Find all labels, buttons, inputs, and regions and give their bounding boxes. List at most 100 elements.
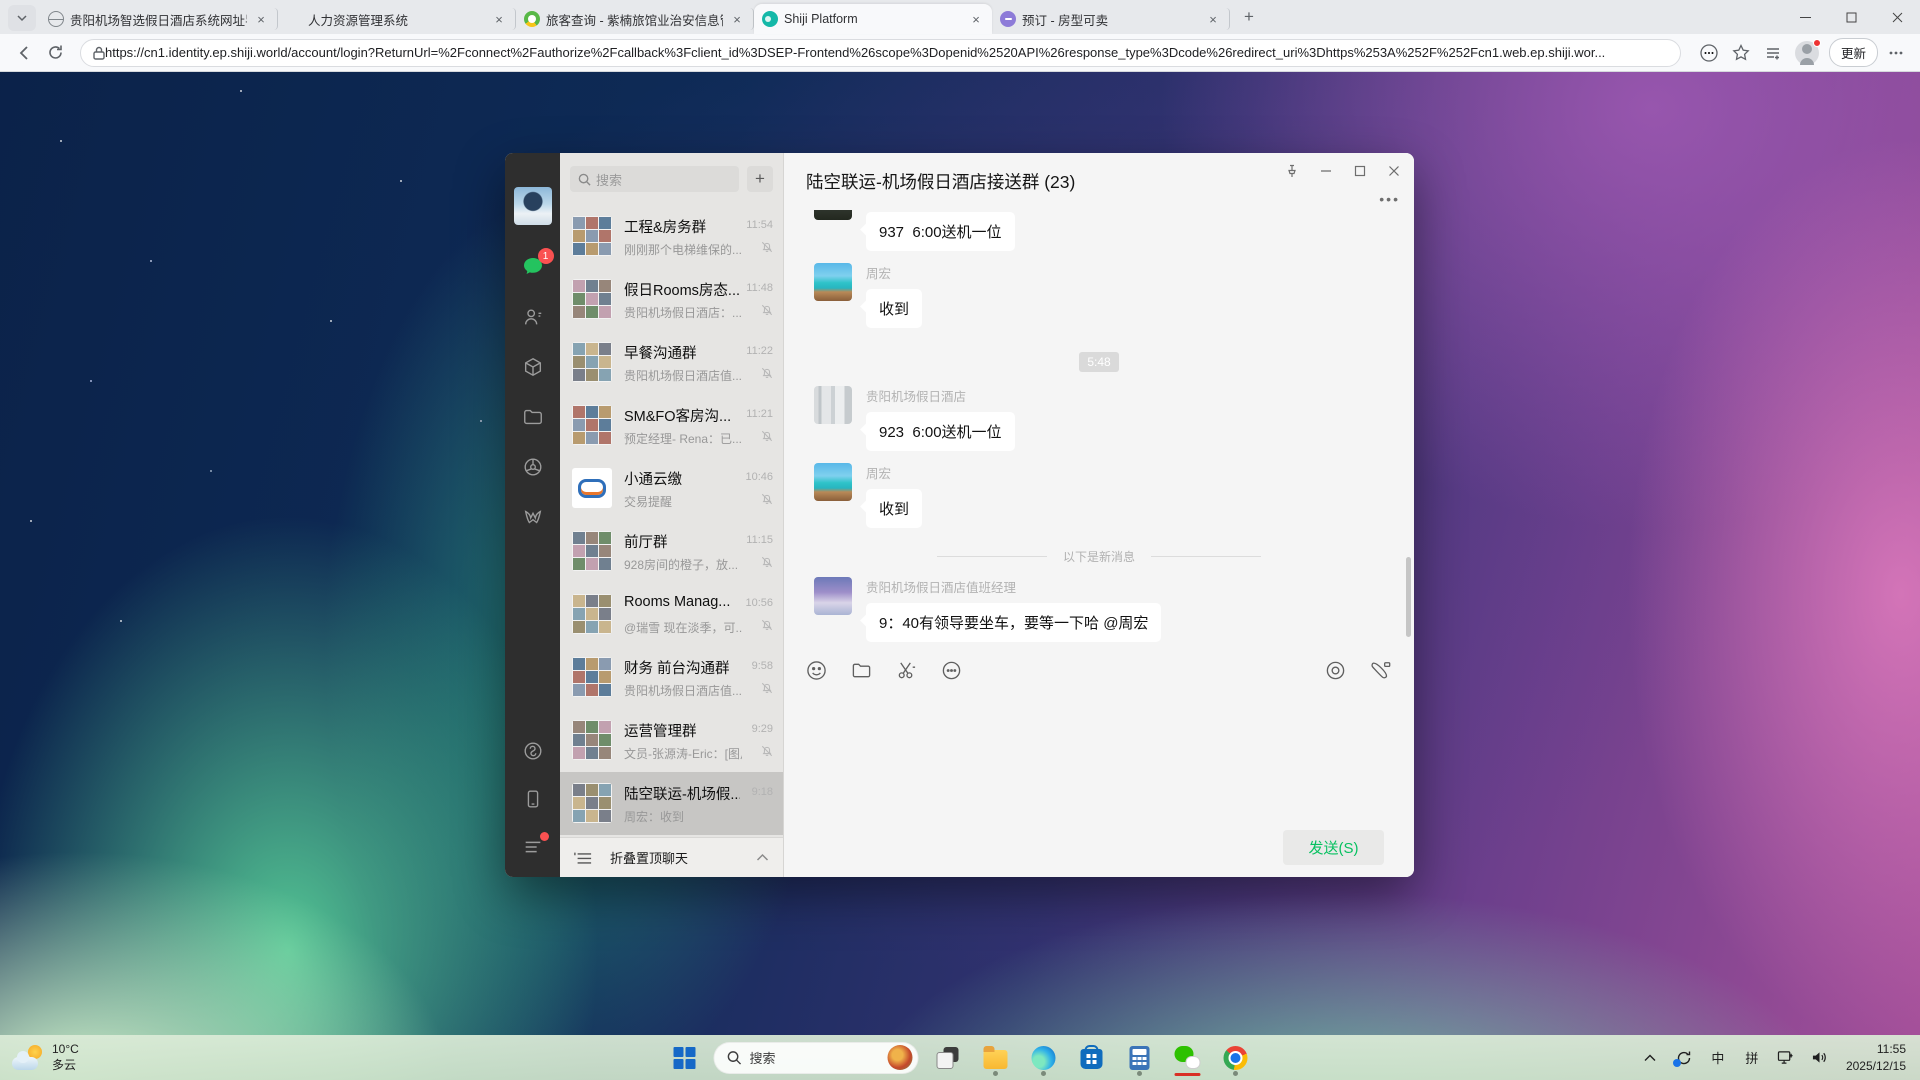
voice-message-icon[interactable] <box>1325 660 1346 686</box>
collections-icon[interactable] <box>1759 39 1787 67</box>
tab-close-icon[interactable]: × <box>491 11 507 27</box>
chat-preview: 预定经理- Rena：已... <box>624 430 742 447</box>
phone-link-icon[interactable] <box>521 787 545 811</box>
taskbar-clock[interactable]: 11:55 2025/12/15 <box>1840 1041 1912 1073</box>
tab-close-icon[interactable]: × <box>968 11 984 27</box>
chrome-icon[interactable] <box>1217 1039 1255 1077</box>
favorites-star-icon[interactable] <box>1727 39 1755 67</box>
chat-list-item[interactable]: 假日Rooms房态... 11:48 贵阳机场假日酒店：... <box>560 268 783 331</box>
volume-icon[interactable] <box>1806 1041 1834 1075</box>
refresh-icon[interactable] <box>40 38 70 68</box>
pinyin-indicator[interactable]: 拼 <box>1738 1041 1766 1075</box>
wechat-close-button[interactable] <box>1384 161 1404 181</box>
hidden-icons-chevron[interactable] <box>1636 1041 1664 1075</box>
message-input[interactable] <box>784 693 1414 817</box>
browser-maximize-button[interactable] <box>1828 0 1874 34</box>
file-explorer-icon[interactable] <box>977 1039 1015 1077</box>
emoji-icon[interactable] <box>806 660 827 686</box>
new-tab-button[interactable]: + <box>1236 4 1262 30</box>
wechat-maximize-button[interactable] <box>1350 161 1370 181</box>
chat-list-item[interactable]: 陆空联运-机场假... 9:18 周宏：收到 <box>560 772 783 835</box>
message-avatar[interactable] <box>814 263 852 301</box>
weather-widget[interactable]: 10°C 多云 <box>12 1042 79 1073</box>
update-button[interactable]: 更新 <box>1829 38 1878 67</box>
chat-name: Rooms Manag... <box>624 594 730 610</box>
chat-history-icon[interactable] <box>941 660 962 686</box>
message-avatar[interactable] <box>814 463 852 501</box>
chat-time: 9:29 <box>752 723 773 735</box>
add-chat-button[interactable]: + <box>747 166 773 192</box>
profile-avatar[interactable] <box>1795 41 1819 65</box>
chat-time: 10:56 <box>745 597 773 609</box>
browser-close-button[interactable] <box>1874 0 1920 34</box>
browser-tab[interactable]: 贵阳机场智选假日酒店系统网址导 × <box>40 8 278 30</box>
chat-list-item[interactable]: 工程&房务群 11:54 刚刚那个电梯维保的... <box>560 205 783 268</box>
wechat-taskbar-icon[interactable] <box>1169 1039 1207 1077</box>
start-button[interactable] <box>666 1039 704 1077</box>
channels-icon[interactable] <box>521 505 545 529</box>
chat-avatar <box>572 342 612 382</box>
tab-close-icon[interactable]: × <box>253 11 269 27</box>
network-icon[interactable] <box>1772 1041 1800 1075</box>
wechat-search-input[interactable]: 搜索 <box>570 166 739 192</box>
pin-icon[interactable] <box>1282 161 1302 181</box>
split-screen-icon[interactable] <box>1695 39 1723 67</box>
chat-files-icon[interactable] <box>521 405 545 429</box>
contacts-icon[interactable] <box>521 305 545 329</box>
chat-list-item[interactable]: 财务 前台沟通群 9:58 贵阳机场假日酒店值... <box>560 646 783 709</box>
browser-tab[interactable]: 预订 - 房型可卖 × <box>992 8 1230 30</box>
send-button[interactable]: 发送(S) <box>1283 830 1384 865</box>
message-avatar[interactable] <box>814 210 852 220</box>
ime-mode-indicator[interactable]: 中 <box>1704 1041 1732 1075</box>
search-icon <box>578 173 591 186</box>
task-view-icon[interactable] <box>929 1039 967 1077</box>
chat-preview: 周宏：收到 <box>624 808 684 825</box>
browser-toolbar: https://cn1.identity.ep.shiji.world/acco… <box>0 34 1920 72</box>
browser-tab[interactable]: 人力资源管理系统 × <box>278 8 516 30</box>
chat-list-item[interactable]: SM&FO客房沟... 11:21 预定经理- Rena：已... <box>560 394 783 457</box>
url-text[interactable]: https://cn1.identity.ep.shiji.world/acco… <box>105 45 1668 60</box>
chat-list-item[interactable]: 早餐沟通群 11:22 贵阳机场假日酒店值... <box>560 331 783 394</box>
chat-list-item[interactable]: 小通云缴 10:46 交易提醒 <box>560 457 783 520</box>
mini-programs-icon[interactable] <box>521 739 545 763</box>
tab-close-icon[interactable]: × <box>729 11 745 27</box>
message-avatar[interactable] <box>814 386 852 424</box>
chats-icon[interactable]: 1 <box>521 255 545 279</box>
tab-search-chevron-icon[interactable] <box>8 5 36 31</box>
send-file-icon[interactable] <box>851 660 872 686</box>
profile-notification-dot <box>1813 39 1821 47</box>
user-avatar[interactable] <box>514 187 552 225</box>
chat-more-icon[interactable]: ••• <box>1379 191 1400 207</box>
microsoft-store-icon[interactable] <box>1073 1039 1111 1077</box>
calculator-icon[interactable] <box>1121 1039 1159 1077</box>
video-call-icon[interactable] <box>1370 660 1392 686</box>
message-scrollbar[interactable] <box>1406 557 1411 637</box>
screenshot-icon[interactable] <box>896 660 917 686</box>
favorites-box-icon[interactable] <box>521 355 545 379</box>
message-avatar[interactable] <box>814 577 852 615</box>
message-bubble: 收到 <box>866 489 922 528</box>
chat-list-item[interactable]: 运营管理群 9:29 文员-张源涛-Eric：[图片] <box>560 709 783 772</box>
wechat-minimize-button[interactable] <box>1316 161 1336 181</box>
back-icon[interactable] <box>10 38 40 68</box>
menu-icon[interactable] <box>521 835 545 859</box>
chat-time: 11:22 <box>746 345 773 357</box>
browser-window-controls <box>1782 0 1920 34</box>
sync-update-icon[interactable] <box>1670 1041 1698 1075</box>
tab-title: Shiji Platform <box>784 12 962 26</box>
chat-name: 小通云缴 <box>624 468 682 489</box>
tray-date: 2025/12/15 <box>1846 1058 1906 1074</box>
browser-tab[interactable]: 旅客查询 - 紫楠旅馆业治安信息管 × <box>516 8 754 30</box>
browser-menu-icon[interactable] <box>1882 39 1910 67</box>
tab-close-icon[interactable]: × <box>1205 11 1221 27</box>
moments-icon[interactable] <box>521 455 545 479</box>
chat-list-item[interactable]: 前厅群 11:15 928房间的橙子，放... <box>560 520 783 583</box>
edge-icon[interactable] <box>1025 1039 1063 1077</box>
unread-badge: 1 <box>538 248 554 264</box>
browser-tab[interactable]: Shiji Platform × <box>754 4 992 34</box>
taskbar-search[interactable]: 搜索 <box>714 1042 919 1074</box>
chat-list-item[interactable]: Rooms Manag... 10:56 @瑞雪 现在淡季，可... <box>560 583 783 646</box>
collapse-pinned-chats[interactable]: 折叠置顶聊天 <box>560 837 783 877</box>
browser-minimize-button[interactable] <box>1782 0 1828 34</box>
address-bar[interactable]: https://cn1.identity.ep.shiji.world/acco… <box>80 39 1681 67</box>
